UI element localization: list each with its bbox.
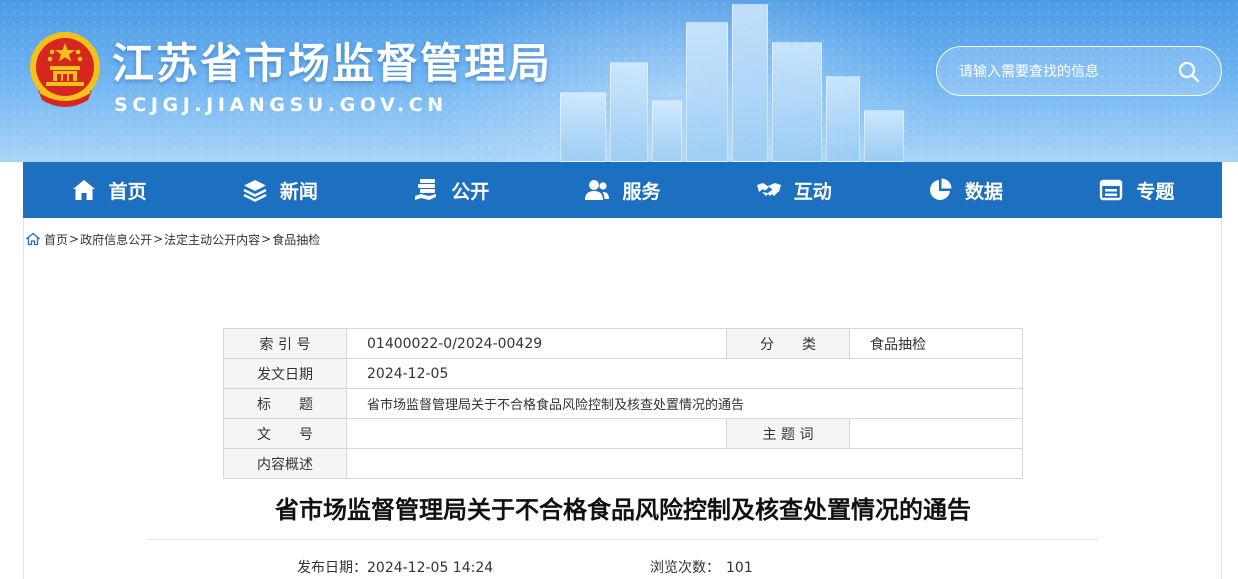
- index-label: 索 引 号: [223, 328, 347, 359]
- breadcrumb-separator: >: [69, 232, 80, 246]
- table-row: 文 号 主 题 词: [223, 418, 1023, 449]
- table-row: 标 题 省市场监督管理局关于不合格食品风险控制及核查处置情况的通告: [223, 388, 1023, 419]
- category-label: 分 类: [726, 328, 850, 359]
- summary-label: 内容概述: [223, 448, 347, 479]
- search-box: [936, 46, 1222, 96]
- layers-icon: [243, 180, 267, 202]
- views-value: 101: [726, 560, 753, 576]
- breadcrumb-separator: >: [261, 232, 272, 246]
- pie-chart-icon: [930, 178, 952, 200]
- doc-no-label: 文 号: [223, 418, 347, 449]
- keyword-value: [849, 418, 1023, 449]
- nav-item-service[interactable]: 服务: [537, 162, 708, 218]
- nav-label: 数据: [965, 180, 1004, 203]
- category-value: 食品抽检: [849, 328, 1023, 359]
- nav-label: 专题: [1136, 180, 1175, 203]
- index-value: 01400022-0/2024-00429: [346, 328, 727, 359]
- nav-item-interact[interactable]: 互动: [708, 162, 879, 218]
- main-nav: 首页 新闻 公开 服务 互动 数据 专题: [23, 162, 1222, 218]
- window-icon: [1100, 179, 1123, 201]
- nav-label: 服务: [622, 180, 661, 203]
- table-row: 索 引 号 01400022-0/2024-00429 分 类 食品抽检: [223, 328, 1023, 359]
- search-input[interactable]: [959, 60, 1169, 84]
- nav-label: 公开: [451, 180, 490, 203]
- breadcrumb: 首页 > 政府信息公开 > 法定主动公开内容 > 食品抽检: [26, 230, 320, 248]
- home-icon: [26, 232, 40, 246]
- article-title: 省市场监督管理局关于不合格食品风险控制及核查处置情况的通告: [275, 496, 971, 524]
- publish-date: 发布日期：2024-12-05 14:24: [297, 557, 493, 577]
- doc-no-value: [346, 418, 727, 449]
- summary-value: [346, 448, 1023, 479]
- table-row: 发文日期 2024-12-05: [223, 358, 1023, 389]
- national-emblem-icon: [30, 32, 100, 107]
- site-domain: SCJGJ.JIANGSU.GOV.CN: [114, 94, 448, 116]
- search-icon[interactable]: [1177, 60, 1201, 84]
- users-icon: [585, 180, 610, 200]
- document-meta-table: 索 引 号 01400022-0/2024-00429 分 类 食品抽检 发文日…: [223, 328, 1023, 479]
- breadcrumb-statutory[interactable]: 法定主动公开内容: [164, 231, 260, 248]
- publish-label: 发布日期：: [297, 560, 367, 576]
- title-divider: [148, 539, 1098, 540]
- publish-value: 2024-12-05 14:24: [367, 560, 494, 576]
- nav-item-open[interactable]: 公开: [366, 162, 537, 218]
- nav-item-home[interactable]: 首页: [23, 162, 194, 218]
- stack-hand-icon: [415, 179, 437, 200]
- nav-item-topics[interactable]: 专题: [1051, 162, 1222, 218]
- breadcrumb-gov-info[interactable]: 政府信息公开: [80, 231, 152, 248]
- keyword-label: 主 题 词: [726, 418, 850, 449]
- date-label: 发文日期: [223, 358, 347, 389]
- handshake-icon: [756, 183, 781, 196]
- breadcrumb-home[interactable]: 首页: [44, 231, 68, 248]
- breadcrumb-separator: >: [153, 232, 164, 246]
- home-icon: [72, 180, 95, 200]
- nav-label: 互动: [793, 180, 832, 203]
- site-title: 江苏省市场监督管理局: [112, 39, 553, 88]
- header-banner: 江苏省市场监督管理局 SCJGJ.JIANGSU.GOV.CN: [0, 0, 1238, 162]
- view-count: 浏览次数： 101: [650, 557, 753, 577]
- nav-label: 首页: [108, 180, 147, 203]
- views-label: 浏览次数：: [650, 560, 720, 576]
- date-value: 2024-12-05: [346, 358, 1023, 389]
- title-label: 标 题: [223, 388, 347, 419]
- breadcrumb-food-inspection[interactable]: 食品抽检: [272, 231, 320, 248]
- table-row: 内容概述: [223, 448, 1023, 479]
- nav-label: 新闻: [279, 180, 318, 203]
- nav-item-data[interactable]: 数据: [879, 162, 1050, 218]
- nav-item-news[interactable]: 新闻: [194, 162, 365, 218]
- title-value: 省市场监督管理局关于不合格食品风险控制及核查处置情况的通告: [346, 388, 1023, 419]
